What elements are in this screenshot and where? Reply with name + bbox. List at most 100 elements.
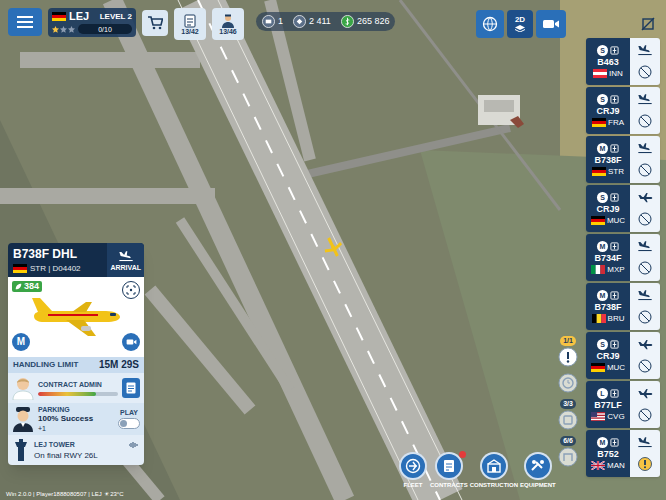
flight-item[interactable]: SCRJ9FRA <box>586 87 660 134</box>
toolbar-label: FLEET <box>404 482 423 488</box>
category-text: M <box>600 145 606 152</box>
tower-icon <box>12 439 30 461</box>
parking-bonus: +1 <box>38 425 114 432</box>
stand-icon <box>610 438 619 447</box>
construction-button[interactable]: CONSTRUCTION <box>470 452 518 488</box>
stand-control[interactable]: 3/3 <box>558 399 578 430</box>
focus-icon[interactable] <box>122 281 140 299</box>
info-icon[interactable] <box>638 261 652 275</box>
airport-code: MUC <box>607 217 625 225</box>
airport-code: STR <box>608 168 624 176</box>
shop-cart-icon[interactable] <box>142 10 168 36</box>
direction-text: ARRIVAL <box>110 264 141 271</box>
camera-icon[interactable] <box>536 10 566 38</box>
airport-code: MAN <box>607 462 625 470</box>
info-icon[interactable] <box>638 163 652 177</box>
view-mode-button[interactable]: 2D <box>507 10 533 38</box>
flight-title: B738F DHL <box>13 247 102 262</box>
flag-icon <box>592 118 606 127</box>
version-footer: Win 2.0.0 | Player1888080507 | LEJ ☀ 23°… <box>6 491 124 497</box>
play-toggle[interactable] <box>118 418 140 429</box>
category-text: L <box>600 390 604 397</box>
flight-item[interactable]: MB752MAN <box>586 430 660 477</box>
document-icon[interactable] <box>122 378 140 398</box>
airport-code: FRA <box>608 119 624 127</box>
equipment-icon <box>524 452 552 480</box>
category-badge: S <box>597 94 608 105</box>
airport-level: LEVEL 2 <box>100 13 132 21</box>
pilot-avatar-icon <box>12 406 34 432</box>
airborne-plane-icon <box>637 191 653 203</box>
camera-icon[interactable] <box>122 333 140 351</box>
leaf-icon <box>15 283 22 290</box>
layers-icon <box>514 24 526 32</box>
fleet-button[interactable]: FLEET <box>398 452 428 488</box>
globe-icon[interactable] <box>476 10 504 38</box>
airborne-plane-icon <box>637 387 653 399</box>
tower-label: LEJ TOWER <box>34 441 75 448</box>
stand-icon <box>610 46 619 55</box>
info-icon[interactable] <box>638 65 652 79</box>
category-text: S <box>600 194 605 201</box>
contracts-button[interactable]: CONTRACTS <box>430 452 468 488</box>
flight-item[interactable]: MB738FSTR <box>586 136 660 183</box>
stand-icon <box>610 95 619 104</box>
info-icon[interactable] <box>638 114 652 128</box>
info-icon[interactable] <box>638 310 652 324</box>
count-badge: 1/1 <box>560 336 576 346</box>
limit-label: HANDLING LIMIT <box>13 361 78 369</box>
construction-icon <box>480 452 508 480</box>
hide-ui-icon[interactable] <box>638 14 658 34</box>
timer-control[interactable] <box>558 373 578 393</box>
flag-icon <box>52 12 66 21</box>
parking-row: PARKING100% Success+1PLAY <box>8 403 144 435</box>
landing-plane-icon <box>637 44 653 56</box>
flight-item[interactable]: MB734FMXP <box>586 234 660 281</box>
view-controls: 2D <box>476 10 566 38</box>
flag-icon <box>592 167 606 176</box>
airport-code: MXP <box>607 266 624 274</box>
gate-icon <box>558 447 578 467</box>
aircraft-icon <box>26 294 126 340</box>
star-icon <box>52 26 59 33</box>
airport-badge[interactable]: LEJLEVEL 20/10 <box>48 8 136 37</box>
menu-icon[interactable] <box>8 8 42 36</box>
alert-control[interactable]: 1/1 <box>558 336 578 367</box>
flag-icon <box>591 412 605 421</box>
category-badge: S <box>597 45 608 56</box>
flight-item[interactable]: SB463INN <box>586 38 660 85</box>
gate-control[interactable]: 6/6 <box>558 436 578 467</box>
flight-list: SB463INNSCRJ9FRAMB738FSTRSCRJ9MUCMB734FM… <box>586 38 660 477</box>
category-text: S <box>600 341 605 348</box>
count-text: 13/46 <box>219 28 237 35</box>
score-badge: 384 <box>12 281 42 292</box>
resource-bar: 12 411265 826 <box>256 12 395 31</box>
flag-icon <box>591 461 605 470</box>
staff-button[interactable]: 13/46 <box>212 8 244 40</box>
star-rating <box>52 26 75 33</box>
toolbar-label: CONSTRUCTION <box>470 482 518 488</box>
category-text: M <box>600 439 606 446</box>
info-icon[interactable] <box>638 408 652 422</box>
flight-item[interactable]: SCRJ9MUC <box>586 332 660 379</box>
flag-icon <box>13 264 27 273</box>
alert-icon <box>558 347 578 367</box>
count-badge: 3/3 <box>560 399 576 409</box>
orders-button[interactable]: 13/42 <box>174 8 206 40</box>
alert-icon[interactable] <box>638 457 652 471</box>
gems-icon <box>293 15 306 28</box>
info-icon[interactable] <box>638 212 652 226</box>
flight-item[interactable]: SCRJ9MUC <box>586 185 660 232</box>
aircraft-view: 384M <box>8 277 144 357</box>
aircraft-type: B738F <box>594 303 621 312</box>
flight-card-header: B738F DHLSTR | D04402ARRIVAL <box>8 243 144 277</box>
resource-item: 2 411 <box>293 15 331 28</box>
info-icon[interactable] <box>638 359 652 373</box>
flight-item[interactable]: LB77LFCVG <box>586 381 660 428</box>
equipment-button[interactable]: EQUIPMENT <box>520 452 556 488</box>
limit-time: 15M 29S <box>99 360 139 370</box>
money-icon <box>341 15 354 28</box>
stand-icon <box>610 340 619 349</box>
flight-item[interactable]: MB738FBRU <box>586 283 660 330</box>
contract-admin-row: CONTRACT ADMIN <box>8 373 144 403</box>
